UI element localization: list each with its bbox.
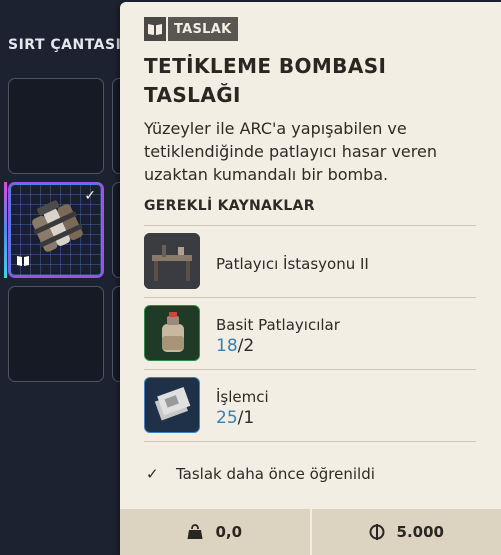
resource-row[interactable]: Patlayıcı İstasyonu II — [144, 233, 476, 291]
trigger-bomb-icon — [32, 200, 83, 252]
coin-icon — [369, 524, 385, 540]
resource-row[interactable]: İşlemci 25/1 — [144, 377, 476, 435]
check-icon: ✓ — [146, 465, 159, 483]
inventory-slot-selected[interactable]: ✓ — [8, 182, 104, 278]
resource-need: /2 — [237, 336, 255, 356]
resource-count: 25/1 — [216, 408, 254, 428]
resource-need: /1 — [237, 408, 255, 428]
inventory-title: SIRT ÇANTASI — [8, 37, 122, 53]
divider — [144, 441, 476, 442]
weight-icon — [187, 524, 203, 540]
inventory-slot[interactable] — [8, 78, 104, 174]
inventory-slot[interactable] — [8, 286, 104, 382]
resource-name: Basit Patlayıcılar — [216, 316, 340, 334]
blueprint-book-icon — [144, 17, 168, 41]
learned-label: Taslak daha önce öğrenildi — [176, 465, 375, 483]
workbench-icon — [144, 233, 200, 289]
resource-name: İşlemci — [216, 388, 269, 406]
resource-have: 25 — [216, 408, 238, 428]
item-description: Yüzeyler ile ARC'a yapışabilen ve tetikl… — [144, 119, 437, 184]
item-footer: 0,0 5.000 — [120, 509, 501, 555]
resource-name: Patlayıcı İstasyonu II — [216, 255, 369, 273]
item-tooltip: TASLAK TETİKLEME BOMBASI TASLAĞI Yüzeyle… — [120, 2, 501, 555]
canister-icon — [144, 305, 200, 361]
price-value: 5.000 — [396, 523, 444, 541]
learned-status: ✓ Taslak daha önce öğrenildi — [146, 465, 375, 483]
weight-value: 0,0 — [215, 523, 243, 541]
resource-have: 18 — [216, 336, 238, 356]
item-title: TETİKLEME BOMBASI TASLAĞI — [144, 54, 387, 107]
type-badge: TASLAK — [144, 17, 238, 41]
divider — [144, 297, 476, 298]
blueprint-book-icon — [16, 252, 30, 271]
resource-row[interactable]: Basit Patlayıcılar 18/2 — [144, 305, 476, 363]
price-cell: 5.000 — [309, 509, 501, 555]
chip-icon — [144, 377, 200, 433]
rarity-indicator — [4, 182, 7, 278]
divider — [144, 225, 476, 226]
type-badge-label: TASLAK — [168, 17, 238, 41]
owned-check-icon: ✓ — [84, 188, 96, 204]
weight-cell: 0,0 — [120, 509, 310, 555]
resource-count: 18/2 — [216, 336, 254, 356]
divider — [144, 369, 476, 370]
section-title: GEREKLİ KAYNAKLAR — [144, 198, 315, 214]
